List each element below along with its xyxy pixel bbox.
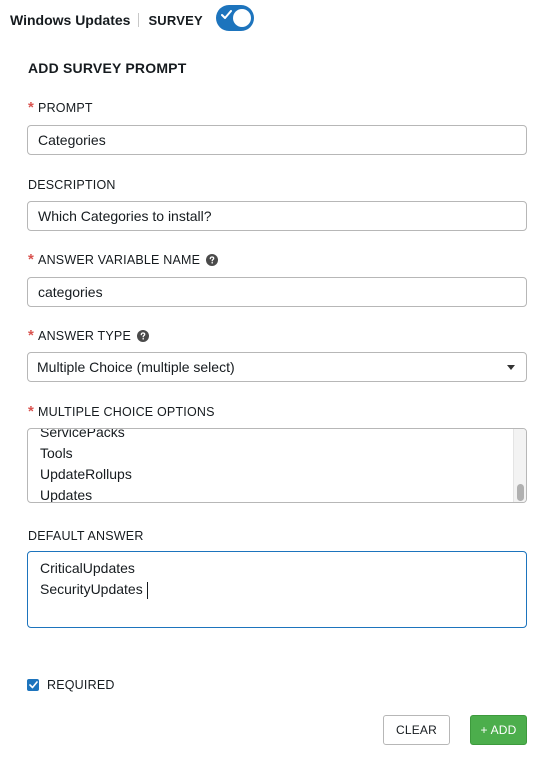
option-line: UpdateRollups — [40, 466, 132, 482]
header-divider — [138, 13, 140, 27]
answer-type-selected: Multiple Choice (multiple select) — [37, 359, 235, 375]
clear-button[interactable]: CLEAR — [383, 715, 450, 745]
default-answer-textarea[interactable]: CriticalUpdates SecurityUpdates — [27, 551, 527, 628]
form-title: ADD SURVEY PROMPT — [28, 60, 187, 76]
prompt-label-text: PROMPT — [38, 101, 93, 115]
required-label: REQUIRED — [47, 678, 115, 692]
description-label: DESCRIPTION — [28, 178, 116, 192]
required-asterisk: * — [28, 99, 35, 116]
scrollbar-thumb[interactable] — [517, 484, 524, 501]
required-asterisk: * — [28, 251, 35, 268]
caret-down-icon — [507, 365, 515, 370]
variable-name-input[interactable] — [27, 277, 527, 307]
check-icon — [221, 10, 232, 19]
description-label-text: DESCRIPTION — [28, 178, 116, 192]
add-button[interactable]: + ADD — [470, 715, 527, 745]
default-answer-line: CriticalUpdates — [40, 560, 135, 576]
variable-name-label: * ANSWER VARIABLE NAME — [28, 251, 219, 268]
choice-options-textarea[interactable]: ServicePacks Tools UpdateRollups Updates — [27, 428, 527, 503]
option-line: Updates — [40, 487, 93, 503]
answer-type-select[interactable]: Multiple Choice (multiple select) — [27, 352, 527, 382]
option-line: Tools — [40, 445, 73, 461]
prompt-label: * PROMPT — [28, 99, 93, 116]
header: Windows Updates SURVEY — [10, 8, 203, 32]
answer-type-label: * ANSWER TYPE — [28, 327, 150, 344]
default-answer-label-text: DEFAULT ANSWER — [28, 529, 144, 543]
prompt-input[interactable] — [27, 125, 527, 155]
question-circle-icon[interactable] — [206, 254, 219, 266]
option-line: ServicePacks — [40, 428, 125, 440]
choice-options-label: * MULTIPLE CHOICE OPTIONS — [28, 403, 215, 420]
toggle-knob — [233, 9, 251, 27]
check-icon — [28, 681, 38, 689]
text-cursor — [147, 582, 148, 599]
question-circle-icon[interactable] — [137, 330, 150, 342]
default-answer-line: SecurityUpdates — [40, 581, 143, 597]
survey-label: SURVEY — [148, 12, 203, 28]
template-title: Windows Updates — [10, 12, 131, 28]
required-checkbox[interactable] — [27, 679, 39, 691]
description-input[interactable] — [27, 201, 527, 231]
choice-options-label-text: MULTIPLE CHOICE OPTIONS — [38, 405, 215, 419]
variable-name-label-text: ANSWER VARIABLE NAME — [38, 253, 201, 267]
answer-type-label-text: ANSWER TYPE — [38, 329, 132, 343]
default-answer-label: DEFAULT ANSWER — [28, 529, 144, 543]
required-asterisk: * — [28, 403, 35, 420]
required-asterisk: * — [28, 327, 35, 344]
survey-enabled-toggle[interactable] — [216, 5, 254, 31]
